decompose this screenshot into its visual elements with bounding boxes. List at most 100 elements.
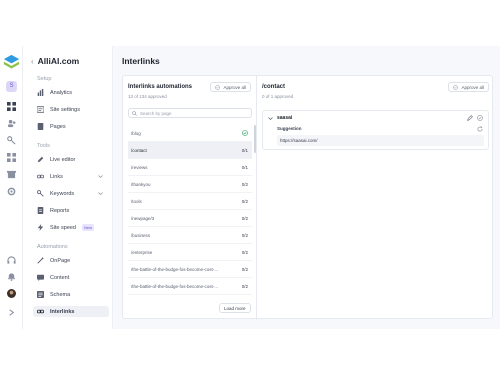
sidebar-item-label: Keywords bbox=[50, 190, 75, 197]
back-chevron-icon[interactable]: ‹ bbox=[31, 57, 34, 66]
brand: ‹ AlliAI.com bbox=[31, 55, 79, 67]
list-item[interactable]: /enterprise 0/2 bbox=[128, 244, 252, 261]
sidebar-item-live-editor[interactable]: Live editor bbox=[33, 154, 109, 165]
approval-count: 0/2 bbox=[241, 266, 248, 272]
page-path: /reviews bbox=[131, 164, 148, 170]
approve-all-button[interactable]: Approve all bbox=[210, 82, 251, 92]
list-item[interactable]: /blog bbox=[128, 125, 252, 142]
editor-icon bbox=[37, 156, 44, 163]
dashboard-icon[interactable] bbox=[7, 102, 16, 111]
users-icon[interactable] bbox=[7, 119, 16, 128]
icon-rail: S bbox=[0, 46, 23, 329]
page-path: /the-battle-of-the-budge-fos-become-cost… bbox=[131, 266, 219, 272]
page-path: /tools bbox=[131, 198, 142, 204]
list-item[interactable]: /tools 0/2 bbox=[128, 193, 252, 210]
page-path: /contact bbox=[131, 147, 147, 153]
chevron-down-icon[interactable] bbox=[268, 116, 273, 121]
report-icon bbox=[37, 207, 44, 214]
panel-title: Interlinks automations bbox=[128, 84, 193, 90]
list-item[interactable]: /business 0/2 bbox=[128, 227, 252, 244]
key-icon[interactable] bbox=[7, 136, 16, 145]
approve-all-button[interactable]: Approve all bbox=[448, 82, 489, 92]
search-field[interactable] bbox=[128, 108, 252, 118]
section-setup: Setup bbox=[37, 76, 52, 82]
sidebar-item-reports[interactable]: Reports bbox=[33, 205, 109, 216]
sidebar-item-links[interactable]: Links bbox=[33, 171, 109, 182]
headset-icon[interactable] bbox=[7, 256, 16, 265]
box-icon[interactable] bbox=[7, 170, 16, 179]
list-scrollbar[interactable] bbox=[254, 125, 256, 153]
approve-all-label: Approve all bbox=[461, 84, 484, 90]
search-icon bbox=[132, 110, 137, 116]
grid-icon[interactable] bbox=[7, 153, 16, 162]
chevron-down-icon[interactable] bbox=[98, 174, 103, 179]
automations-list-panel: Interlinks automations 13 of 134 approve… bbox=[123, 76, 257, 320]
approve-check-icon[interactable] bbox=[477, 115, 483, 121]
chevron-down-icon[interactable] bbox=[98, 191, 103, 196]
page-path: /thankyou bbox=[131, 181, 151, 187]
list-item[interactable]: /thankyou 0/2 bbox=[128, 176, 252, 193]
list-item[interactable]: /the-battle-of-the-budge-fos-become-cost… bbox=[128, 261, 252, 278]
edit-icon[interactable] bbox=[467, 115, 473, 121]
interlinks-panel: Interlinks automations 13 of 134 approve… bbox=[122, 75, 494, 320]
list-item[interactable]: /the-battle-of-the-budge-fos-become-cost… bbox=[128, 278, 252, 295]
approval-count: 0/1 bbox=[241, 164, 248, 170]
page-path: /blog bbox=[131, 130, 141, 136]
sidebar-item-pages[interactable]: Pages bbox=[33, 121, 109, 132]
sidebar-item-onpage[interactable]: OnPage bbox=[33, 255, 109, 266]
selected-page-title: /contact bbox=[262, 84, 286, 90]
main-content: Interlinks Interlinks automations 13 of … bbox=[113, 46, 500, 329]
approval-count: 0/2 bbox=[241, 283, 248, 289]
page-path: /the-battle-of-the-budge-fos-become-cost… bbox=[131, 283, 219, 289]
sidebar-item-label: Analytics bbox=[50, 89, 73, 96]
approval-count: 0/2 bbox=[241, 181, 248, 187]
suggestion-label: Suggestion bbox=[277, 126, 302, 131]
list-item[interactable]: /newpage/3 0/2 bbox=[128, 210, 252, 227]
list-item[interactable]: /reviews 0/1 bbox=[128, 159, 252, 176]
wand-icon bbox=[37, 257, 44, 264]
bell-icon[interactable] bbox=[7, 272, 16, 281]
approve-all-label: Approve all bbox=[223, 84, 246, 90]
check-circle-icon bbox=[215, 84, 221, 90]
sidebar-item-content[interactable]: Content bbox=[33, 272, 109, 283]
section-tools: Tools bbox=[37, 143, 50, 149]
settings-icon[interactable] bbox=[7, 187, 16, 196]
expand-chevron-icon[interactable] bbox=[7, 308, 16, 317]
link-icon bbox=[37, 173, 44, 180]
page-path: /enterprise bbox=[131, 249, 153, 255]
bolt-icon bbox=[37, 224, 44, 231]
sidebar-item-site-settings[interactable]: Site settings bbox=[33, 104, 109, 115]
approved-check-icon bbox=[242, 130, 248, 136]
user-avatar-icon[interactable] bbox=[7, 289, 16, 298]
section-automations: Automations bbox=[37, 244, 68, 250]
approval-count: 0/2 bbox=[241, 232, 248, 238]
sidebar: ‹ AlliAI.com Setup Analytics Site settin… bbox=[23, 46, 113, 329]
link-icon bbox=[37, 308, 44, 315]
sidebar-item-schema[interactable]: Schema bbox=[33, 289, 109, 300]
approval-count: 0/2 bbox=[241, 198, 248, 204]
sidebar-item-keywords[interactable]: Keywords bbox=[33, 188, 109, 199]
page-path: /newpage/3 bbox=[131, 215, 155, 221]
workspace-avatar[interactable]: S bbox=[6, 81, 17, 92]
sidebar-item-label: Reports bbox=[50, 207, 70, 214]
alliai-logo-icon[interactable] bbox=[3, 54, 20, 71]
sidebar-item-label: Live editor bbox=[50, 156, 76, 163]
load-more-button[interactable]: Load more bbox=[219, 303, 251, 313]
approval-count: 0/2 bbox=[241, 249, 248, 255]
sidebar-item-interlinks[interactable]: Interlinks bbox=[33, 306, 109, 317]
sidebar-item-site-speed[interactable]: Site speed New bbox=[33, 222, 109, 233]
refresh-icon[interactable] bbox=[477, 126, 483, 132]
list-item-selected[interactable]: /contact 0/1 bbox=[128, 142, 252, 159]
content-icon bbox=[37, 274, 44, 281]
sidebar-item-analytics[interactable]: Analytics bbox=[33, 87, 109, 98]
sidebar-item-label: Interlinks bbox=[50, 308, 75, 315]
check-circle-icon bbox=[453, 84, 459, 90]
search-input[interactable] bbox=[140, 110, 250, 116]
approved-count: 13 of 134 approved bbox=[128, 94, 167, 99]
bar-chart-icon bbox=[37, 89, 44, 96]
page-list: /blog /contact 0/1 /reviews 0/1 /thankyo… bbox=[128, 125, 252, 295]
schema-icon bbox=[37, 291, 44, 298]
page-title: Interlinks bbox=[122, 56, 160, 66]
suggestion-url[interactable]: https://saasai.com/ bbox=[277, 135, 484, 146]
page-detail-panel: /contact 0 of 1 approved Approve all saa… bbox=[257, 76, 494, 320]
